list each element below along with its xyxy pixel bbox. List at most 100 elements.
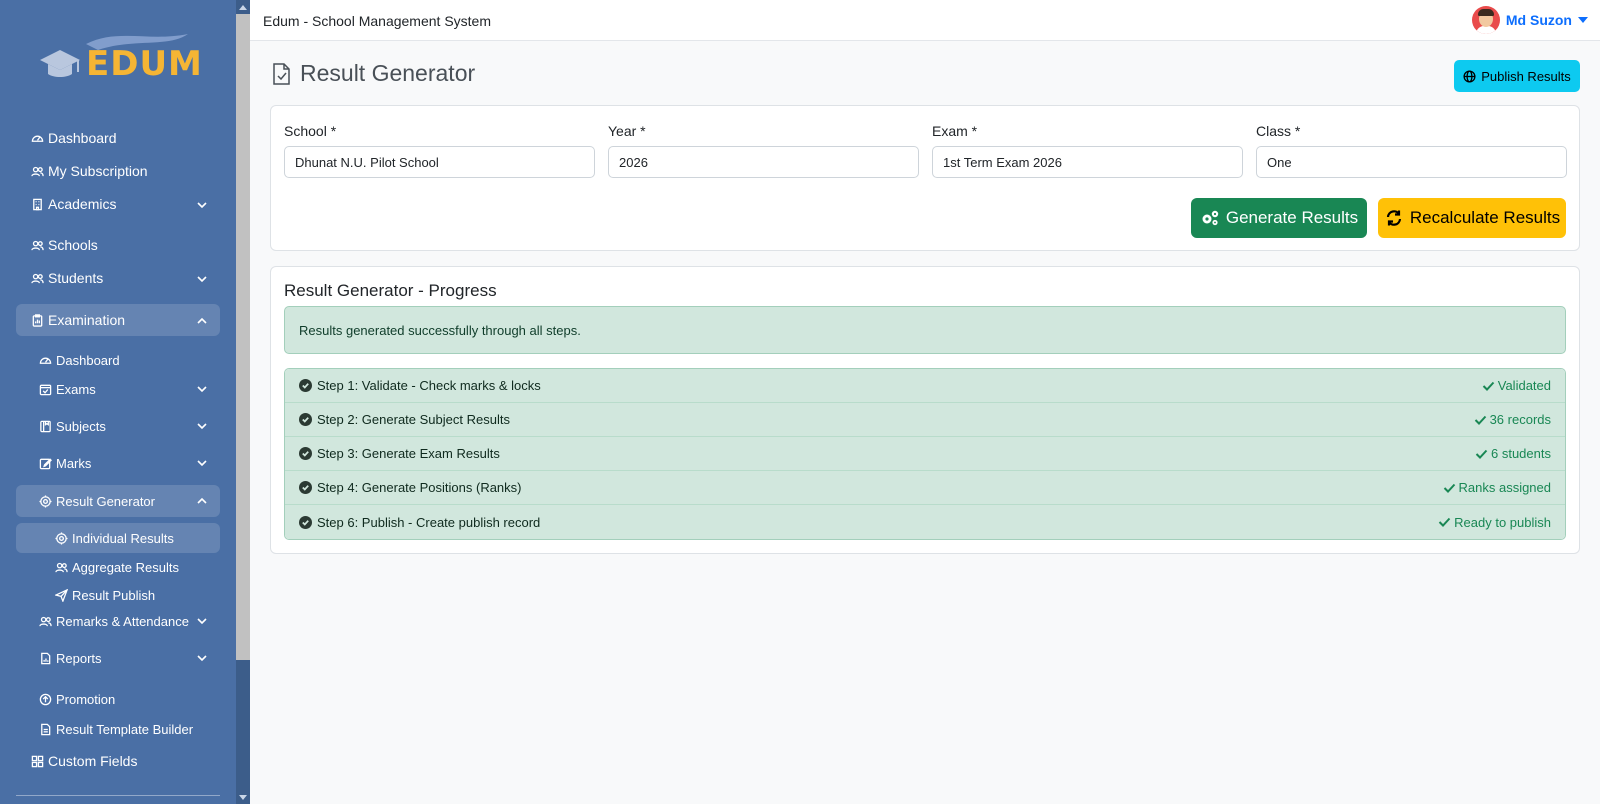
step-status: Ranks assigned [1458,480,1552,495]
step-label: Step 4: Generate Positions (Ranks) [317,480,522,495]
step-label: Step 6: Publish - Create publish record [317,514,541,530]
sidebar-item-exams[interactable]: Exams [16,373,220,405]
gears-icon [1202,210,1219,226]
chevron-up-icon [196,314,208,326]
step-item: Step 6: Publish - Create publish record … [285,505,1565,539]
chevron-down-icon [196,652,208,664]
sidebar-item-subjects[interactable]: Subjects [16,410,220,442]
sidebar-item-promotion[interactable]: Promotion [16,684,220,714]
step-label: Step 2: Generate Subject Results [317,412,510,427]
sidebar-item-label: Marks [56,455,92,471]
check-circle-icon [299,379,312,392]
send-icon [54,588,68,602]
chevron-up-icon [196,495,208,507]
sidebar-divider [16,795,220,796]
sidebar-item-label: My Subscription [48,163,148,179]
caret-down-icon [1578,17,1588,23]
book-icon [38,419,52,433]
class-select[interactable]: One [1256,146,1567,178]
scroll-thumb[interactable] [236,660,250,790]
sidebar-item-custom-fields[interactable]: Custom Fields [16,745,220,777]
sidebar-item-aggregate-results[interactable]: Aggregate Results [16,552,220,582]
sidebar-item-examination[interactable]: Examination [16,304,220,336]
file-icon [38,722,52,736]
edit-icon [38,456,52,470]
sidebar-item-label: Exams [56,381,96,397]
school-select[interactable]: Dhunat N.U. Pilot School [284,146,595,178]
steps-list: Step 1: Validate - Check marks & locks V… [284,368,1566,540]
step-label: Step 3: Generate Exam Results [317,446,500,461]
sidebar-scrollbar[interactable] [236,0,250,804]
sidebar-item-remarks-attendance[interactable]: Remarks & Attendance [16,605,220,637]
sidebar-item-students[interactable]: Students [16,262,220,294]
chevron-down-icon [196,420,208,432]
step-label: Step 1: Validate - Check marks & locks [317,378,541,393]
check-circle-icon [299,447,312,460]
sidebar-item-reports[interactable]: Reports [16,642,220,674]
check-icon [1482,381,1494,391]
sidebar-item-label: Dashboard [56,352,120,368]
step-status: Ready to publish [1454,514,1551,530]
page-title-text: Result Generator [300,60,476,86]
sidebar: EDUM Dashboard My Subscription Academics… [0,0,236,804]
check-circle-icon [299,481,312,494]
sidebar-item-exam-dashboard[interactable]: Dashboard [16,344,220,376]
users-icon [38,614,52,628]
sidebar-item-label: Dashboard [48,130,117,146]
grid-icon [30,754,44,768]
sidebar-item-label: Result Generator [56,493,155,509]
file-check-icon [273,62,290,85]
sidebar-item-result-template-builder[interactable]: Result Template Builder [16,714,220,744]
step-item: Step 2: Generate Subject Results 36 reco… [285,403,1565,437]
sidebar-item-academics[interactable]: Academics [16,188,220,220]
check-icon [1438,517,1451,527]
sidebar-item-label: Examination [48,312,126,328]
file-chart-icon [38,651,52,665]
avatar [1471,6,1500,34]
sidebar-item-marks[interactable]: Marks [16,447,220,479]
step-status: Validated [1497,378,1551,393]
chevron-down-icon [196,383,208,395]
logo[interactable]: EDUM [38,30,202,90]
check-circle-icon [299,515,312,529]
gear-icon [54,531,68,545]
sidebar-item-schools[interactable]: Schools [16,229,220,261]
check-icon [1443,483,1455,493]
publish-results-button[interactable]: Publish Results [1454,60,1580,92]
sidebar-item-dashboard[interactable]: Dashboard [16,122,220,154]
sidebar-item-label: Remarks & Attendance [56,613,189,629]
year-select[interactable]: 2026 [608,146,919,178]
sidebar-item-label: Academics [48,196,117,212]
users-icon [30,238,44,252]
logo-text: EDUM [86,44,203,84]
user-menu[interactable]: Md Suzon [1471,6,1588,34]
school-label: School * [284,123,337,139]
gauge-icon [30,131,44,145]
sidebar-item-label: Students [48,270,104,286]
sidebar-item-label: Result Template Builder [56,721,194,737]
users-icon [54,560,68,574]
sidebar-item-label: Result Publish [72,587,156,603]
success-alert: Results generated successfully through a… [284,306,1566,354]
recalculate-results-button[interactable]: Recalculate Results [1378,198,1566,238]
sidebar-item-individual-results[interactable]: Individual Results [16,523,220,553]
generate-results-button[interactable]: Generate Results [1191,198,1367,238]
exam-select[interactable]: 1st Term Exam 2026 [932,146,1243,178]
class-label: Class * [1256,123,1301,139]
sidebar-item-my-subscription[interactable]: My Subscription [16,155,220,187]
sidebar-item-label: Aggregate Results [72,559,179,575]
sidebar-item-result-generator[interactable]: Result Generator [16,485,220,517]
chevron-down-icon [196,272,208,284]
scroll-down-arrow-icon[interactable] [236,790,250,804]
recalculate-results-label: Recalculate Results [1409,208,1561,227]
step-item: Step 3: Generate Exam Results 6 students [285,437,1565,471]
sidebar-item-label: Promotion [56,691,116,707]
sidebar-item-label: Custom Fields [48,753,138,769]
scroll-up-arrow-icon[interactable] [236,0,250,14]
check-icon [1474,415,1486,425]
check-icon [1475,449,1488,459]
step-item: Step 4: Generate Positions (Ranks) Ranks… [285,471,1565,505]
progress-title: Result Generator - Progress [284,281,497,300]
users-icon [30,164,44,178]
user-name: Md Suzon [1505,12,1572,28]
